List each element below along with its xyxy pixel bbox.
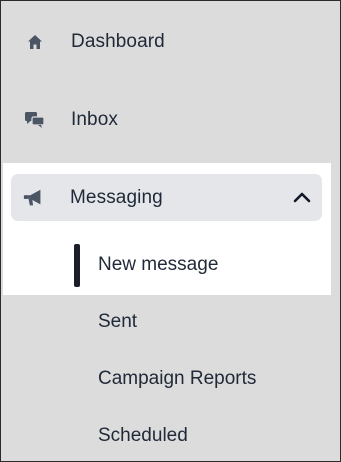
sidebar-subitem-campaign-reports[interactable]: Campaign Reports bbox=[98, 364, 256, 394]
sidebar-item-label: Dashboard bbox=[71, 31, 165, 52]
sidebar-item-inbox[interactable]: Inbox bbox=[12, 97, 322, 143]
home-icon bbox=[24, 31, 46, 53]
sidebar-item-label: Inbox bbox=[71, 109, 118, 130]
sidebar-item-messaging[interactable]: Messaging bbox=[11, 174, 322, 221]
chat-bubbles-icon bbox=[24, 109, 46, 131]
sidebar-item-dashboard[interactable]: Dashboard bbox=[12, 19, 322, 65]
megaphone-icon bbox=[23, 187, 45, 209]
sidebar-subitem-scheduled[interactable]: Scheduled bbox=[98, 421, 188, 451]
sidebar-subitem-label: New message bbox=[98, 254, 219, 275]
chevron-up-icon[interactable] bbox=[292, 187, 312, 207]
sidebar-subitem-label: Scheduled bbox=[98, 425, 188, 446]
sidebar-item-label: Messaging bbox=[70, 186, 163, 208]
sidebar-subitem-new-message[interactable]: New message bbox=[98, 250, 218, 280]
sidebar-subitem-sent[interactable]: Sent bbox=[98, 307, 137, 337]
sidebar-subitem-label: Sent bbox=[98, 311, 138, 332]
active-indicator bbox=[74, 244, 80, 287]
sidebar-subitem-label: Campaign Reports bbox=[98, 368, 257, 389]
